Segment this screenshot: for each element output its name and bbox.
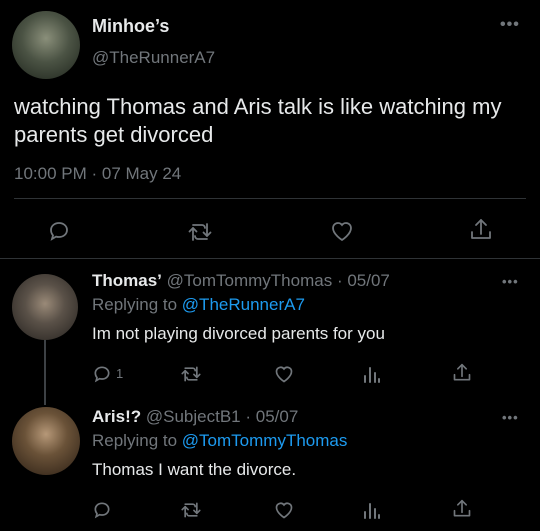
handle[interactable]: @TomTommyThomas — [167, 271, 333, 290]
replying-to-link[interactable]: @TomTommyThomas — [182, 431, 348, 450]
reply-icon[interactable] — [92, 364, 112, 384]
handle[interactable]: @SubjectB1 — [146, 407, 241, 426]
reply-icon[interactable] — [47, 219, 71, 243]
avatar[interactable] — [12, 407, 80, 475]
replying-prefix: Replying to — [92, 295, 178, 314]
more-options-icon[interactable]: ••• — [502, 274, 519, 289]
replying-prefix: Replying to — [92, 431, 178, 450]
reply-header: Thomas’ @TomTommyThomas · 05/07 — [92, 271, 390, 291]
retweet-icon[interactable] — [187, 220, 213, 244]
analytics-icon[interactable] — [361, 500, 381, 520]
retweet-icon[interactable] — [180, 364, 202, 384]
share-icon[interactable] — [452, 362, 472, 384]
replying-to-link[interactable]: @TheRunnerA7 — [182, 295, 305, 314]
display-name[interactable]: Thomas’ — [92, 271, 162, 290]
reply-date[interactable]: · 05/07 — [337, 271, 390, 290]
more-options-icon[interactable]: ••• — [500, 16, 520, 34]
analytics-icon[interactable] — [361, 364, 381, 384]
divider — [0, 258, 540, 259]
share-icon[interactable] — [452, 498, 472, 520]
reply-text: Im not playing divorced parents for you — [92, 324, 385, 343]
reply-icon[interactable] — [92, 500, 112, 520]
thread-connector — [44, 339, 46, 405]
handle[interactable]: @TheRunnerA7 — [92, 48, 215, 68]
display-name[interactable]: Aris!? — [92, 407, 141, 426]
like-icon[interactable] — [273, 500, 295, 520]
avatar[interactable] — [12, 274, 78, 340]
replying-to: Replying to @TheRunnerA7 — [92, 295, 305, 315]
more-options-icon[interactable]: ••• — [502, 410, 519, 425]
reply-header: Aris!? @SubjectB1 · 05/07 — [92, 407, 298, 427]
divider — [14, 198, 526, 199]
tweet-text: watching Thomas and Aris talk is like wa… — [14, 94, 502, 147]
like-icon[interactable] — [273, 364, 295, 384]
reply-date[interactable]: · 05/07 — [245, 407, 298, 426]
avatar[interactable] — [12, 11, 80, 79]
reply-count: 1 — [116, 366, 124, 381]
replying-to: Replying to @TomTommyThomas — [92, 431, 347, 451]
like-icon[interactable] — [329, 219, 355, 243]
retweet-icon[interactable] — [180, 500, 202, 520]
tweet-timestamp[interactable]: 10:00 PM · 07 May 24 — [14, 164, 181, 184]
display-name[interactable]: Minhoe’s — [92, 16, 169, 37]
share-icon[interactable] — [469, 217, 493, 243]
reply-text: Thomas I want the divorce. — [92, 460, 297, 479]
